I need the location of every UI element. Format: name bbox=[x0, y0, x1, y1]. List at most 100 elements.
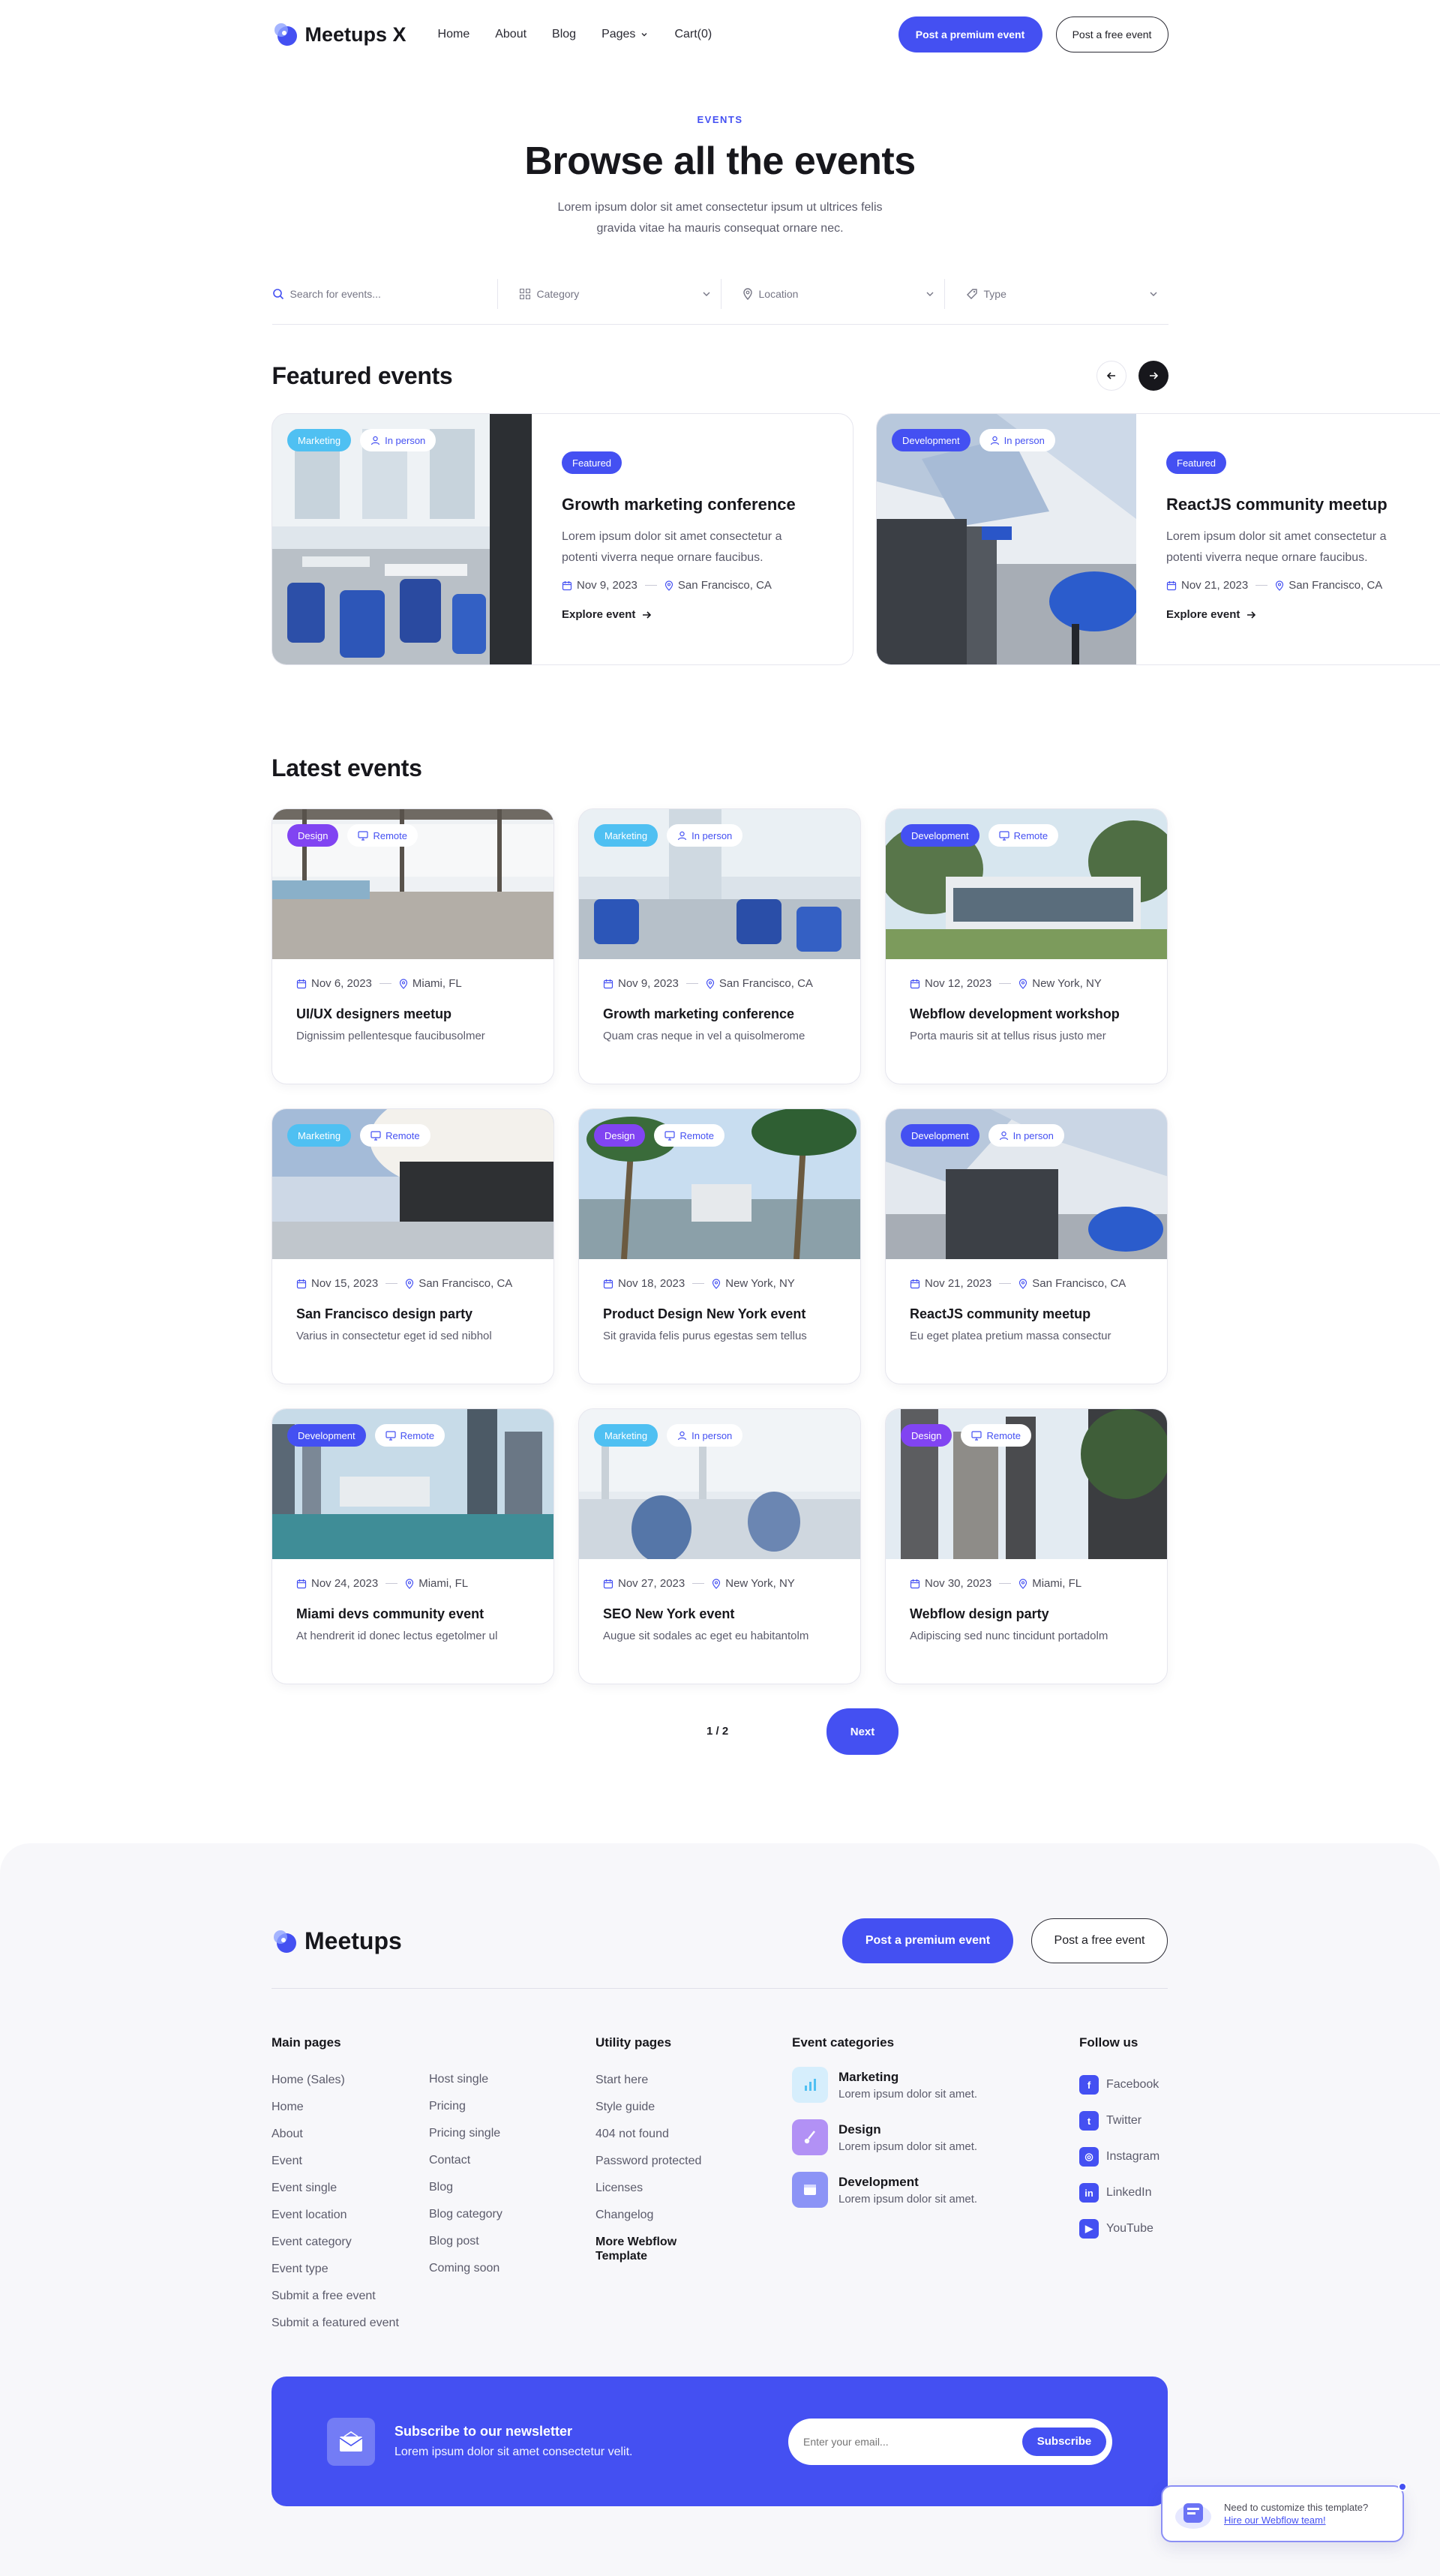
footer-link[interactable]: Submit a free event bbox=[272, 2283, 399, 2310]
event-card[interactable]: Design Remote Nov 18, 2023 New York, NY Prod… bbox=[578, 1108, 861, 1384]
featured-event-card[interactable]: Marketing In person Featured Growth mark… bbox=[272, 413, 854, 665]
footer-link[interactable]: Coming soon bbox=[429, 2255, 502, 2282]
event-image: Design Remote bbox=[579, 1109, 860, 1259]
twitter-link[interactable]: t Twitter bbox=[1079, 2103, 1160, 2139]
mode-badge: In person bbox=[988, 1124, 1064, 1147]
monitor-icon bbox=[971, 1430, 982, 1441]
footer-link[interactable]: Event type bbox=[272, 2256, 399, 2283]
nav-about[interactable]: About bbox=[495, 28, 526, 41]
category-badge[interactable]: Development bbox=[901, 824, 980, 847]
youtube-link[interactable]: ▶ YouTube bbox=[1079, 2211, 1160, 2247]
nav-pages-dropdown[interactable]: Pages bbox=[602, 28, 649, 41]
category-badge[interactable]: Marketing bbox=[287, 429, 352, 451]
event-card[interactable]: Development Remote Nov 24, 2023 Miami, FL Mi… bbox=[272, 1408, 554, 1684]
search-field[interactable]: Search for events... bbox=[272, 279, 497, 309]
location-select[interactable]: Location bbox=[720, 278, 944, 309]
search-input[interactable]: Search for events... bbox=[290, 288, 381, 300]
event-card[interactable]: Design Remote Nov 30, 2023 Miami, FL Webflow… bbox=[885, 1408, 1168, 1684]
footer-link[interactable]: Password protected bbox=[596, 2148, 701, 2175]
footer-category-design[interactable]: Design Lorem ipsum dolor sit amet. bbox=[792, 2119, 977, 2155]
footer-link[interactable]: 404 not found bbox=[596, 2121, 701, 2148]
footer-main-pages: Main pages Home (Sales) Home About Event Eve… bbox=[272, 2035, 399, 2337]
footer-link[interactable]: Contact bbox=[429, 2147, 502, 2174]
footer-post-free-button[interactable]: Post a free event bbox=[1031, 1918, 1168, 1963]
footer-link[interactable]: Style guide bbox=[596, 2094, 701, 2121]
carousel-next-button[interactable] bbox=[1138, 361, 1168, 391]
featured-event-card[interactable]: Development In person Featured ReactJS c… bbox=[876, 413, 1440, 665]
type-select[interactable]: Type bbox=[944, 278, 1168, 309]
event-title[interactable]: Webflow development workshop bbox=[910, 1006, 1143, 1022]
explore-event-link[interactable]: Explore event bbox=[1166, 608, 1418, 621]
event-card[interactable]: Marketing Remote Nov 15, 2023 San Francisco… bbox=[272, 1108, 554, 1384]
event-title[interactable]: Growth marketing conference bbox=[562, 495, 814, 514]
instagram-link[interactable]: ◎ Instagram bbox=[1079, 2139, 1160, 2175]
category-badge[interactable]: Marketing bbox=[287, 1124, 352, 1147]
event-title[interactable]: Product Design New York event bbox=[603, 1306, 836, 1322]
event-description: Adipiscing sed nunc tincidunt portadolm bbox=[910, 1630, 1108, 1642]
footer-link[interactable]: Event location bbox=[272, 2202, 399, 2229]
event-card[interactable]: Marketing In person Nov 9, 2023 San Francis… bbox=[578, 808, 861, 1084]
footer-link[interactable]: Home bbox=[272, 2094, 399, 2121]
more-webflow-template-link[interactable]: More Webflow Template bbox=[596, 2235, 693, 2263]
category-select[interactable]: Category bbox=[496, 278, 721, 309]
social-label: Twitter bbox=[1106, 2114, 1142, 2127]
next-page-button[interactable]: Next bbox=[826, 1708, 898, 1755]
footer-link[interactable]: Start here bbox=[596, 2067, 701, 2094]
facebook-link[interactable]: f Facebook bbox=[1079, 2067, 1160, 2103]
chevron-down-icon bbox=[926, 292, 933, 296]
footer-link[interactable]: Pricing single bbox=[429, 2120, 502, 2147]
nav-home[interactable]: Home bbox=[438, 28, 470, 41]
footer-link[interactable]: Event bbox=[272, 2148, 399, 2175]
event-title[interactable]: ReactJS community meetup bbox=[1166, 495, 1418, 514]
footer-link[interactable]: Home (Sales) bbox=[272, 2067, 399, 2094]
site-logo[interactable]: Meetups X bbox=[272, 21, 406, 48]
event-location: New York, NY bbox=[1032, 977, 1102, 990]
footer-link[interactable]: Blog category bbox=[429, 2201, 502, 2228]
subscribe-button[interactable]: Subscribe bbox=[1022, 2427, 1106, 2456]
linkedin-link[interactable]: in LinkedIn bbox=[1079, 2175, 1160, 2211]
footer-post-premium-button[interactable]: Post a premium event bbox=[842, 1918, 1013, 1963]
event-title[interactable]: UI/UX designers meetup bbox=[296, 1006, 530, 1022]
footer-link[interactable]: Licenses bbox=[596, 2175, 701, 2202]
event-title[interactable]: Webflow design party bbox=[910, 1606, 1143, 1622]
event-title[interactable]: Miami devs community event bbox=[296, 1606, 530, 1622]
event-title[interactable]: San Francisco design party bbox=[296, 1306, 530, 1322]
category-badge[interactable]: Development bbox=[901, 1124, 980, 1147]
category-badge[interactable]: Development bbox=[287, 1424, 366, 1447]
footer-link[interactable]: Pricing bbox=[429, 2093, 502, 2120]
hire-webflow-team-link[interactable]: Hire our Webflow team! bbox=[1224, 2515, 1368, 2526]
event-title[interactable]: SEO New York event bbox=[603, 1606, 836, 1622]
category-badge[interactable]: Marketing bbox=[594, 824, 658, 847]
event-card[interactable]: Marketing In person Nov 27, 2023 New York, … bbox=[578, 1408, 861, 1684]
footer-link[interactable]: Blog post bbox=[429, 2228, 502, 2255]
explore-event-link[interactable]: Explore event bbox=[562, 608, 814, 621]
event-card[interactable]: Development In person Nov 21, 2023 San Fran… bbox=[885, 1108, 1168, 1384]
footer-link[interactable]: About bbox=[272, 2121, 399, 2148]
post-free-event-button[interactable]: Post a free event bbox=[1055, 16, 1168, 52]
footer-link[interactable]: Event single bbox=[272, 2175, 399, 2202]
post-premium-event-button[interactable]: Post a premium event bbox=[898, 16, 1042, 52]
footer-logo[interactable]: Meetups bbox=[272, 1927, 402, 1955]
footer-category-development[interactable]: Development Lorem ipsum dolor sit amet. bbox=[792, 2172, 977, 2208]
event-title[interactable]: Growth marketing conference bbox=[603, 1006, 836, 1022]
event-card[interactable]: Design Remote Nov 6, 2023 Miami, FL UI/UX de… bbox=[272, 808, 554, 1084]
newsletter-email-input[interactable] bbox=[803, 2435, 1022, 2448]
footer-link[interactable]: Blog bbox=[429, 2174, 502, 2201]
nav-cart[interactable]: Cart(0) bbox=[674, 28, 712, 41]
event-title[interactable]: ReactJS community meetup bbox=[910, 1306, 1143, 1322]
footer-category-marketing[interactable]: Marketing Lorem ipsum dolor sit amet. bbox=[792, 2067, 977, 2103]
customize-template-badge[interactable]: Need to customize this template? Hire ou… bbox=[1161, 2482, 1407, 2542]
nav-blog[interactable]: Blog bbox=[552, 28, 576, 41]
category-badge[interactable]: Marketing bbox=[594, 1424, 658, 1447]
footer-link[interactable]: Changelog bbox=[596, 2202, 701, 2229]
event-card[interactable]: Development Remote Nov 12, 2023 New York, N… bbox=[885, 808, 1168, 1084]
monitor-icon bbox=[386, 1430, 396, 1441]
category-badge[interactable]: Design bbox=[594, 1124, 646, 1147]
footer-link[interactable]: Event category bbox=[272, 2229, 399, 2256]
category-badge[interactable]: Design bbox=[287, 824, 339, 847]
carousel-prev-button[interactable] bbox=[1096, 361, 1126, 391]
footer-link[interactable]: Host single bbox=[429, 2066, 502, 2093]
category-badge[interactable]: Development bbox=[892, 429, 970, 451]
footer-link[interactable]: Submit a featured event bbox=[272, 2310, 399, 2337]
category-badge[interactable]: Design bbox=[901, 1424, 952, 1447]
